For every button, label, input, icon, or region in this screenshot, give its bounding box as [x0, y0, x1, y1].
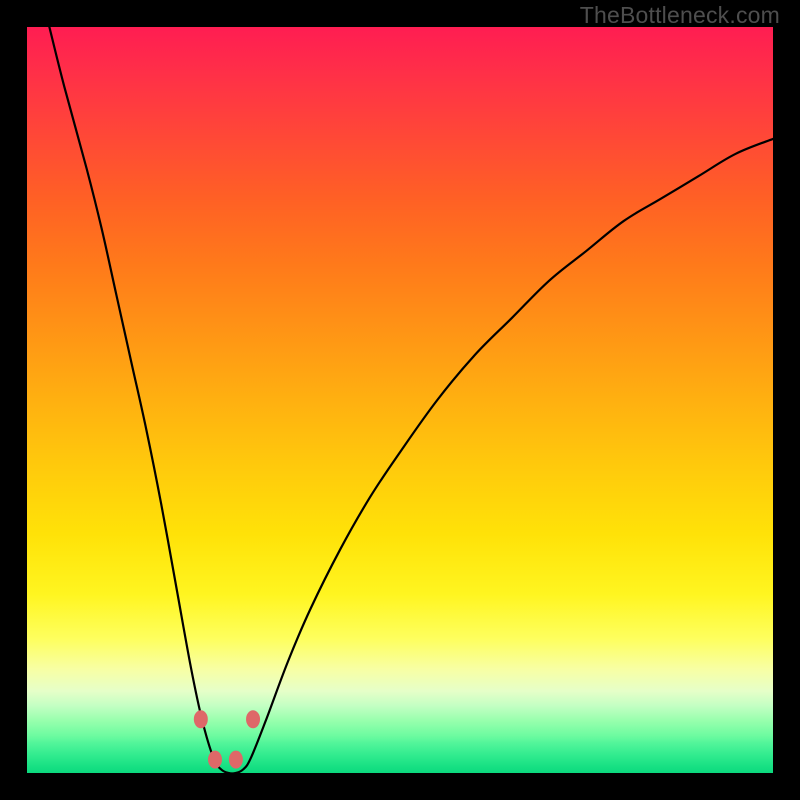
chart-area	[27, 27, 773, 773]
bottleneck-curve	[27, 27, 773, 773]
watermark-text: TheBottleneck.com	[580, 2, 780, 29]
